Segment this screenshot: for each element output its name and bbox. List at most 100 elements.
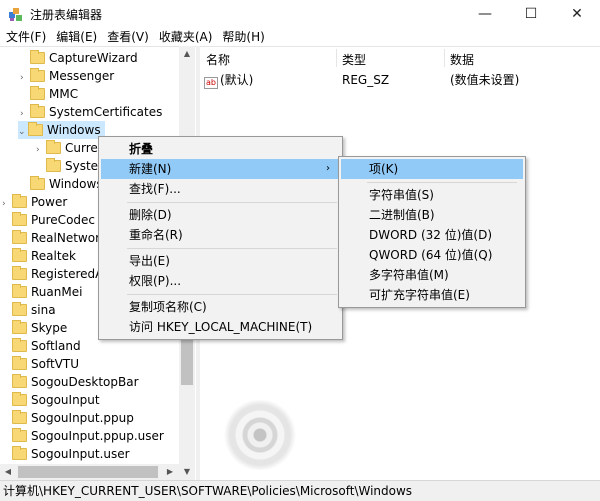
close-button[interactable]: ✕ [554,0,600,28]
menu-item-rename[interactable]: 重命名(R) [101,225,340,245]
tree-vertical-scroll-thumb[interactable] [181,340,193,385]
tree-horizontal-scroll-thumb[interactable] [18,466,158,478]
tree-item[interactable]: › Curre [36,139,98,157]
scroll-right-arrow-icon[interactable]: ▶ [162,464,178,480]
tree-item[interactable]: Windows [20,175,103,193]
tree-item[interactable]: Skype [2,319,67,337]
menu-item-goto-hklm[interactable]: 访问 HKEY_LOCAL_MACHINE(T) [101,317,340,337]
submenu-arrow-icon: › [326,163,330,174]
tree-item-label: SogouInput [31,393,100,407]
tree-item[interactable]: SogouInput.ppup [2,409,134,427]
tree-item-label: SystemCertificates [49,105,163,119]
folder-icon [12,392,27,406]
column-header-type[interactable]: 类型 [342,51,366,68]
folder-icon [30,176,45,190]
folder-icon [12,374,27,388]
folder-icon [30,104,45,118]
tree-item[interactable]: Syster [36,157,103,175]
new-submenu: 项(K) 字符串值(S) 二进制值(B) DWORD (32 位)值(D) QW… [338,156,526,308]
tree-item-label: MMC [49,87,79,101]
submenu-item-key[interactable]: 项(K) [341,159,523,179]
scroll-left-arrow-icon[interactable]: ◀ [0,464,16,480]
menu-help[interactable]: 帮助(H) [216,28,268,46]
menu-edit[interactable]: 编辑(E) [50,28,101,46]
context-menu: 折叠 新建(N) › 查找(F)... 删除(D) 重命名(R) 导出(E) 权… [98,136,343,340]
menu-favorites[interactable]: 收藏夹(A) [153,28,217,46]
tree-item-label: Skype [31,321,68,335]
submenu-item-binary-value[interactable]: 二进制值(B) [341,205,523,225]
submenu-item-multi-string-value[interactable]: 多字符串值(M) [341,265,523,285]
column-header-data[interactable]: 数据 [450,51,474,68]
minimize-button[interactable]: — [462,0,508,28]
menu-item-collapse[interactable]: 折叠 [101,139,340,159]
tree-item-label: CaptureWizard [49,51,138,65]
tree-item[interactable]: RuanMei [2,283,82,301]
menu-item-export[interactable]: 导出(E) [101,251,340,271]
tree-item-selected[interactable]: ⌄ Windows [18,121,105,139]
regedit-icon [9,8,22,21]
tree-item[interactable]: › Messenger [20,67,114,85]
tree-item-label: Windows [47,123,101,137]
submenu-item-qword-value[interactable]: QWORD (64 位)值(Q) [341,245,523,265]
value-data: (数值未设置) [450,73,520,87]
folder-icon [12,446,27,460]
tree-item[interactable]: SogouInput [2,391,100,409]
folder-icon [30,50,45,64]
tree-item-label: SogouInput.user [31,447,130,461]
submenu-item-dword-value[interactable]: DWORD (32 位)值(D) [341,225,523,245]
tree-item-label: SoftVTU [31,357,79,371]
folder-icon [30,68,45,82]
tree-item-label: Messenger [49,69,115,83]
scroll-down-arrow-icon[interactable]: ▼ [179,464,195,480]
folder-icon [12,284,27,298]
tree-item-label: Windows [49,177,103,191]
menu-item-new-label: 新建(N) [129,162,172,176]
folder-icon [12,230,27,244]
tree-item[interactable]: Softland [2,337,81,355]
tree-item[interactable]: SogouInput.user [2,445,130,463]
status-bar: 计算机\HKEY_CURRENT_USER\SOFTWARE\Policies\… [0,480,600,501]
expand-arrow-icon[interactable]: ⌄ [18,123,28,141]
menu-item-permissions[interactable]: 权限(P)... [101,271,340,291]
tree-item[interactable]: PureCodec [2,211,95,229]
folder-icon [12,356,27,370]
tree-item[interactable]: › SystemCertificates [20,103,162,121]
tree-item[interactable]: SogouDesktopBar [2,373,139,391]
menu-item-copy-key-name[interactable]: 复制项名称(C) [101,297,340,317]
tree-item-label: PureCodec [31,213,96,227]
folder-icon [46,158,61,172]
tree-item-label: SogouInput.ppup [31,411,134,425]
value-row[interactable]: ab (默认) [204,71,253,89]
folder-icon [12,320,27,334]
value-type: REG_SZ [342,73,390,87]
menu-separator [127,248,337,249]
tree-item[interactable]: Realtek [2,247,76,265]
folder-icon [12,248,27,262]
menu-item-new[interactable]: 新建(N) › [101,159,340,179]
tree-item[interactable]: MMC [20,85,78,103]
tree-item[interactable]: sina [2,301,56,319]
tree-item[interactable]: RealNetworks [2,229,113,247]
tree-item[interactable]: › Power [2,193,67,211]
column-header-name[interactable]: 名称 [206,51,230,68]
menu-view[interactable]: 查看(V) [101,28,153,46]
window-title: 注册表编辑器 [30,8,103,22]
submenu-item-expandable-string-value[interactable]: 可扩充字符串值(E) [341,285,523,305]
column-divider[interactable] [336,49,337,67]
submenu-item-string-value[interactable]: 字符串值(S) [341,185,523,205]
menu-item-delete[interactable]: 删除(D) [101,205,340,225]
scroll-up-arrow-icon[interactable]: ▲ [179,46,195,62]
maximize-button[interactable]: ☐ [508,0,554,28]
value-name: (默认) [220,73,254,87]
folder-icon [12,410,27,424]
tree-item[interactable]: SoftVTU [2,355,79,373]
column-divider[interactable] [444,49,445,67]
folder-icon [12,266,27,280]
tree-item[interactable]: CaptureWizard [20,49,138,67]
folder-icon [12,338,27,352]
menu-item-find[interactable]: 查找(F)... [101,179,340,199]
tree-item-label: SogouInput.ppup.user [31,429,164,443]
menu-file[interactable]: 文件(F) [0,28,50,46]
folder-icon [46,140,61,154]
tree-item[interactable]: SogouInput.ppup.user [2,427,164,445]
